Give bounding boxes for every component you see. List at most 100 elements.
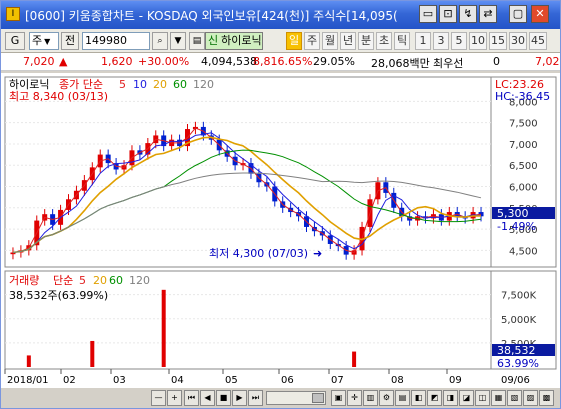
title-bar[interactable]: I [0600] 키움종합차트 - KOSDAQ 외국인보유[424(천)] 주… [1,1,560,29]
vma120-label: 120 [129,274,150,287]
ma120-label: 120 [193,78,214,91]
ma60-label: 60 [173,78,187,91]
chart-area[interactable]: 8,0007,5007,0006,5006,0005,5005,0004,500… [1,73,560,388]
link-icon[interactable]: ↯ [459,5,477,23]
maximize-button[interactable]: ▢ [509,5,527,23]
interval-5[interactable]: 5 [451,32,467,50]
price-change-pct: +30.00% [138,55,190,68]
stock-code-input[interactable]: 149980 [82,32,150,50]
crosshair-icon[interactable]: ✛ [347,390,362,406]
zoom-in-icon[interactable]: + [167,390,182,406]
current-price: 7,020 [23,55,55,68]
volume-bar [352,351,357,367]
high-note: 최고 8,340 (03/13) [9,90,108,103]
vma5-label: 5 [79,274,86,287]
price-tick-label: 6,000 [509,183,538,194]
pref-value: 0 [493,55,500,68]
ruler-icon[interactable]: ▥ [363,390,378,406]
volume-current-right: 38,532 [497,344,536,357]
ma20-label: 20 [153,78,167,91]
swap-icon[interactable]: ⇄ [479,5,497,23]
tool-e-icon[interactable]: ▦ [491,390,506,406]
price-tick-label: 6,500 [509,161,538,172]
period-week[interactable]: 주 [304,32,320,50]
period-year[interactable]: 년 [340,32,356,50]
tool-a-icon[interactable]: ◩ [427,390,442,406]
volume-ma-label: 단순 [53,274,73,287]
stock-search-icon[interactable]: G [5,32,25,50]
app-icon: I [6,7,20,21]
volume-bar [161,289,166,367]
tool-b-icon[interactable]: ◨ [443,390,458,406]
x-tick-label: 09 [449,375,462,386]
x-tick-label: 08 [391,375,404,386]
current-pct-label: -1.49% [497,220,536,233]
volume-panel [4,270,492,370]
layout-icon[interactable]: ⊡ [439,5,457,23]
volume-tick-label: 7,500K [501,291,537,302]
vma60-label: 60 [109,274,123,287]
print-icon[interactable]: ▤ [395,390,410,406]
period-minute[interactable]: 분 [358,32,374,50]
interval-30[interactable]: 30 [509,32,527,50]
hc-label: HC:-36.45 [495,90,550,103]
period-day[interactable]: 일 [286,32,302,50]
settings-icon[interactable]: ⚙ [379,390,394,406]
scroll-last-icon[interactable]: ⏭ [248,390,263,406]
scroll-track[interactable] [266,391,326,405]
volume-bar [90,340,95,367]
low-note: 최저 4,300 (07/03) [209,247,308,260]
volume-bar [26,355,31,367]
search-icon[interactable]: ⌕ [152,32,168,50]
tool-c-icon[interactable]: ◪ [459,390,474,406]
price-tick-label: 7,500 [509,119,538,130]
tool-d-icon[interactable]: ◫ [475,390,490,406]
interval-45[interactable]: 45 [529,32,547,50]
tool-h-icon[interactable]: ▩ [539,390,554,406]
price-panel [4,76,492,268]
tool-g-icon[interactable]: ▨ [523,390,538,406]
interval-10[interactable]: 10 [469,32,487,50]
stock-name-label: 하이로닉 [9,77,49,91]
dropdown-icon[interactable]: ▼ [170,32,186,50]
period-tick[interactable]: 틱 [394,32,410,50]
close-button[interactable]: ✕ [531,5,549,23]
x-tick-label: 07 [331,375,344,386]
toolbar: G 주 ▼ 전 149980 ⌕ ▼ ▤ 신 하이로닉 일 주 월 년 분 초 틱 … [1,29,560,53]
scroll-thumb[interactable] [312,393,324,403]
turnover: 29.05% [313,55,355,68]
volume-label: 거래량 [9,274,39,287]
stop-icon[interactable]: ■ [216,390,231,406]
vma20-label: 20 [93,274,107,287]
camera-icon[interactable]: ▣ [331,390,346,406]
x-axis-labels: 2018/01 02 03 04 05 06 07 08 09 09/06 [4,369,530,386]
tool-f-icon[interactable]: ▧ [507,390,522,406]
scroll-left-icon[interactable]: ◀ [200,390,215,406]
period-month[interactable]: 월 [322,32,338,50]
ma5-label: 5 [119,78,126,91]
prev-button[interactable]: 전 [61,32,79,50]
quote-bar: 7,020 ▲ 1,620 +30.00% 4,094,538 8,816.65… [1,53,560,71]
scroll-right-icon[interactable]: ▶ [232,390,247,406]
chart-tool-icon[interactable]: ◧ [411,390,426,406]
volume-current: 38,532주(63.99%) [9,289,108,302]
x-tick-label: 04 [171,375,184,386]
market-select[interactable]: 주 ▼ [29,32,59,50]
restore-icon[interactable]: ▭ [419,5,437,23]
low-arrow-icon: ➜ [313,247,322,260]
interval-1[interactable]: 1 [415,32,431,50]
window-title: [0600] 키움종합차트 - KOSDAQ 외국인보유[424(천)] 주식수… [25,9,398,23]
interval-15[interactable]: 15 [489,32,507,50]
stock-name-field[interactable]: 신 하이로닉 [205,32,263,50]
period-second[interactable]: 초 [376,32,392,50]
price-tick-label: 7,000 [509,140,538,151]
scroll-first-icon[interactable]: ⏮ [184,390,199,406]
x-tick-label: 06 [281,375,294,386]
chart-svg[interactable]: 8,0007,5007,0006,5006,0005,5005,0004,500… [1,73,560,388]
chart-type-icon[interactable]: ▤ [189,32,205,50]
zoom-out-icon[interactable]: — [151,390,166,406]
up-arrow-icon: ▲ [59,55,68,68]
trade-volume: 4,094,538 [201,55,257,68]
price-tick-label: 4,500 [509,246,538,257]
interval-3[interactable]: 3 [433,32,449,50]
